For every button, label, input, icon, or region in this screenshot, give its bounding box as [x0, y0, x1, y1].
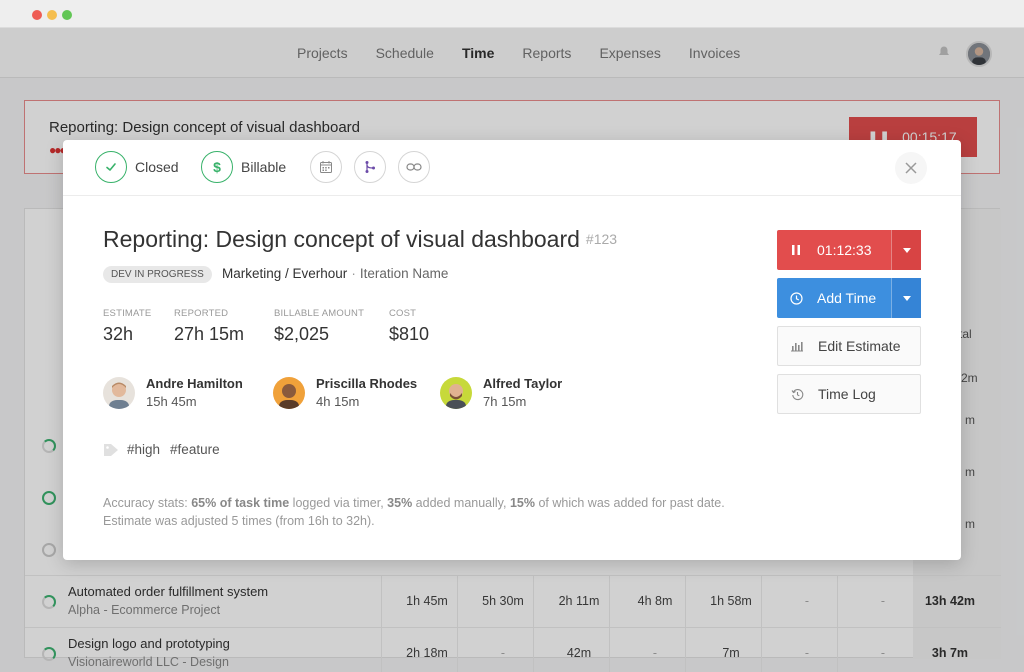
avatar: [103, 376, 135, 409]
billable-amount-stat: BILLABLE AMOUNT $2,025: [274, 308, 364, 345]
chevron-down-icon: [902, 295, 911, 301]
cost-label: COST: [389, 308, 417, 319]
tag-icon: [104, 443, 118, 456]
reported-value: 27h 15m: [174, 324, 245, 344]
calendar-icon: [310, 151, 342, 183]
avatar: [273, 376, 305, 409]
time-log-button[interactable]: Time Log: [777, 374, 921, 414]
close-icon: [905, 162, 917, 174]
reported-stat: REPORTED 27h 15m: [174, 308, 244, 345]
estimate-label: ESTIMATE: [103, 308, 152, 319]
reported-label: REPORTED: [174, 308, 229, 319]
task-title[interactable]: Reporting: Design concept of visual dash…: [103, 226, 580, 252]
task-number: #123: [585, 231, 618, 247]
tags-row: #high #feature: [103, 442, 230, 457]
accuracy-text: added manually,: [412, 496, 510, 510]
calendar-button[interactable]: [310, 151, 342, 183]
task-modal: Closed $ Billable Reporting: Design conc…: [63, 140, 961, 560]
member-time: 15h 45m: [146, 394, 197, 409]
project-name[interactable]: Marketing / Everhour: [222, 266, 347, 281]
member-name: Andre Hamilton: [146, 376, 243, 391]
chevron-down-icon: [902, 247, 911, 253]
bar-chart-icon: [790, 339, 804, 353]
accuracy-highlight: 65% of task time: [191, 496, 290, 510]
add-time-dropdown-toggle[interactable]: [891, 278, 921, 318]
iteration-name[interactable]: Iteration Name: [360, 266, 449, 281]
project-breadcrumb: Marketing / Everhour · Iteration Name: [222, 266, 448, 281]
accuracy-highlight: 35%: [387, 496, 413, 510]
browser-chrome: [0, 0, 1024, 28]
link-icon: [398, 151, 430, 183]
stop-timer-button[interactable]: 01:12:33: [777, 230, 921, 270]
time-log-label: Time Log: [818, 386, 876, 402]
window-zoom-dot[interactable]: [62, 10, 72, 20]
accuracy-text: Accuracy stats:: [103, 496, 192, 510]
window-minimize-dot[interactable]: [47, 10, 57, 20]
tag-high[interactable]: #high: [127, 442, 160, 457]
branch-button[interactable]: [354, 151, 386, 183]
modal-header: Closed $ Billable: [63, 140, 961, 196]
estimate-value: 32h: [103, 324, 134, 344]
member-entry[interactable]: Priscilla Rhodes 4h 15m: [273, 376, 417, 409]
member-name: Alfred Taylor: [483, 376, 563, 391]
accuracy-text: logged via timer,: [289, 496, 388, 510]
task-title-row: Reporting: Design concept of visual dash…: [103, 226, 617, 253]
billable-label: Billable: [241, 159, 287, 175]
link-button[interactable]: [398, 151, 430, 183]
cost-value: $810: [389, 324, 430, 344]
edit-estimate-button[interactable]: Edit Estimate: [777, 326, 921, 366]
accuracy-stats: Accuracy stats: 65% of task time logged …: [103, 494, 733, 530]
cost-stat: COST $810: [389, 308, 429, 345]
separator: ·: [351, 266, 356, 281]
estimate-stat: ESTIMATE 32h: [103, 308, 151, 345]
billable-toggle[interactable]: $ Billable: [201, 151, 286, 183]
dollar-icon: $: [201, 151, 233, 183]
add-time-button[interactable]: Add Time: [777, 278, 921, 318]
add-time-label: Add Time: [817, 290, 877, 306]
status-badge[interactable]: DEV IN PROGRESS: [103, 266, 212, 283]
tag-feature[interactable]: #feature: [170, 442, 220, 457]
close-modal-button[interactable]: [895, 152, 927, 184]
edit-estimate-label: Edit Estimate: [818, 338, 901, 354]
avatar: [440, 376, 472, 409]
timer-value: 01:12:33: [817, 242, 872, 258]
member-time: 4h 15m: [316, 394, 360, 409]
member-name: Priscilla Rhodes: [316, 376, 418, 391]
pause-icon: [789, 243, 803, 257]
window-close-dot[interactable]: [32, 10, 42, 20]
billable-amount-value: $2,025: [274, 324, 330, 344]
check-icon: [95, 151, 127, 183]
member-entry[interactable]: Andre Hamilton 15h 45m: [103, 376, 243, 409]
accuracy-highlight: 15%: [509, 496, 535, 510]
git-branch-icon: [354, 151, 386, 183]
member-entry[interactable]: Alfred Taylor 7h 15m: [440, 376, 562, 409]
history-icon: [790, 387, 804, 401]
member-time: 7h 15m: [483, 394, 527, 409]
timer-dropdown-toggle[interactable]: [891, 230, 921, 270]
billable-amount-label: BILLABLE AMOUNT: [274, 308, 365, 319]
closed-label: Closed: [135, 159, 179, 175]
closed-toggle[interactable]: Closed: [95, 151, 179, 183]
clock-icon: [789, 291, 803, 305]
